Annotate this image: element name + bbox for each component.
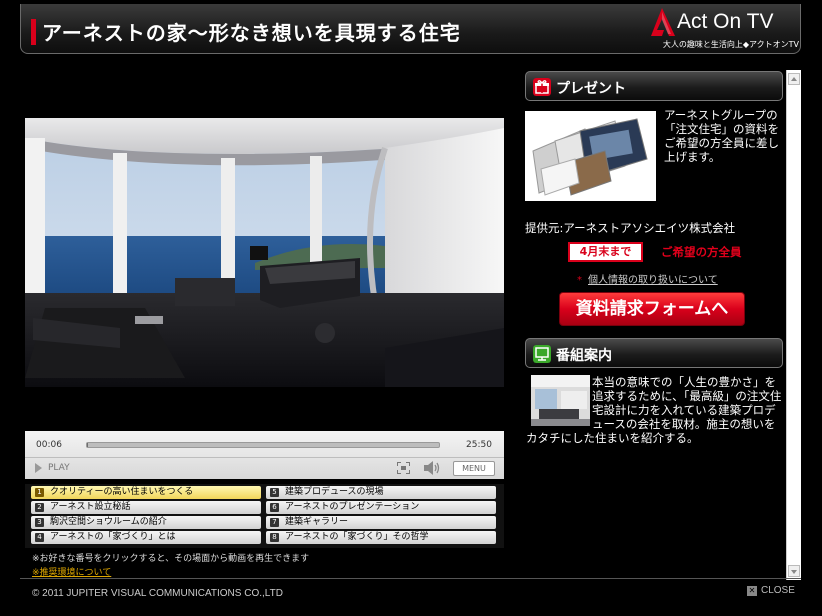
tv-icon [533,345,551,363]
chapter-label: クオリティーの高い住まいをつくる [50,487,194,497]
video-frame[interactable] [25,118,504,387]
volume-icon[interactable] [424,461,440,475]
footer-divider [20,578,801,579]
gift-icon [533,78,551,96]
brochure-image [525,111,656,201]
chapter-item[interactable]: 2 アーネスト設立秘話 [31,501,261,514]
program-section-header: 番組案内 [525,338,783,368]
program-heading: 番組案内 [556,348,612,364]
controls-divider [25,457,504,458]
current-time: 00:06 [36,440,62,450]
present-section-header: プレゼント [525,71,783,101]
deadline-badge: 4月末まで [568,242,643,262]
side-panel-scrollbar[interactable] [786,70,801,580]
header-bar: アーネストの家〜形なき想いを具現する住宅 Act On TV 大人の趣味と生活向… [20,4,801,54]
copyright: © 2011 JUPITER VISUAL COMMUNICATIONS CO.… [32,588,283,599]
page-title: アーネストの家〜形なき想いを具現する住宅 [42,21,461,45]
seek-bar-progress [87,443,89,447]
chapter-item[interactable]: 3 駒沢空間ショウルームの紹介 [31,516,261,529]
present-description: アーネストグループの「注文住宅」の資料をご希望の方全員に差し上げます。 [664,108,779,164]
duration: 25:50 [466,440,492,450]
eligibility-text: ご希望の方全員 [661,245,742,259]
chapter-label: 建築ギャラリー [285,517,349,527]
recommended-environment-link[interactable]: ※推奨環境について [32,565,111,578]
thumbnail-spacer [526,375,592,426]
chapter-label: 建築プロデュースの現場 [285,487,384,497]
chapter-label: アーネストのプレゼンテーション [285,502,420,512]
scroll-down-icon[interactable] [788,565,800,577]
chapter-note: ※お好きな番号をクリックすると、その場面から動画を再生できます [32,554,310,564]
act-on-tv-logo[interactable]: Act On TV 大人の趣味と生活向上◆アクトオンTV [649,8,799,50]
side-panel: プレゼント アーネストグループの「注文住宅」の資料をご希望の方全員に差し上げます… [522,70,786,580]
privacy-policy-link[interactable]: 個人情報の取り扱いについて [588,275,718,286]
chapter-item[interactable]: 7 建築ギャラリー [266,516,496,529]
act-on-tv-logo-icon [651,8,675,36]
video-still-living-room [25,118,504,387]
chapter-list: 1 クオリティーの高い住まいをつくる 2 アーネスト設立秘話 3 駒沢空間ショウルーム… [25,484,504,548]
chapter-item[interactable]: 8 アーネストの「家づくり」その哲学 [266,531,496,544]
chapter-label: アーネストの「家づくり」とは [50,532,176,542]
fullscreen-icon[interactable] [397,462,410,474]
play-button[interactable]: PLAY [35,463,70,473]
privacy-policy: * 個人情報の取り扱いについて [577,271,718,286]
close-label: CLOSE [761,585,795,596]
present-heading: プレゼント [556,81,626,97]
chapter-label: アーネストの「家づくり」その哲学 [285,532,429,542]
privacy-mark: * [577,275,582,286]
video-letterbox [25,387,504,431]
chapter-item[interactable]: 5 建築プロデュースの現場 [266,486,496,499]
program-description-wrap: 本当の意味での「人生の豊かさ」を追求するために、「最高級」の注文住宅設計に力を入… [526,375,782,445]
chapter-label: アーネスト設立秘話 [50,502,131,512]
play-icon [35,463,42,473]
chapter-label: 駒沢空間ショウルームの紹介 [50,517,167,527]
chapter-item[interactable]: 4 アーネストの「家づくり」とは [31,531,261,544]
play-label: PLAY [48,463,70,473]
player-controls: 00:06 25:50 PLAY MENU [25,431,504,479]
menu-button[interactable]: MENU [453,461,495,476]
close-button[interactable]: ✕ CLOSE [747,585,795,596]
logo-tagline: 大人の趣味と生活向上◆アクトオンTV [662,40,799,49]
title-accent-bar [31,19,36,45]
chapter-item[interactable]: 1 クオリティーの高い住まいをつくる [31,486,261,499]
provider: 提供元:アーネストアソシエイツ株式会社 [525,221,736,235]
request-form-button[interactable]: 資料請求フォームへ [559,292,745,326]
chapter-item[interactable]: 6 アーネストのプレゼンテーション [266,501,496,514]
close-icon: ✕ [747,585,757,596]
scroll-up-icon[interactable] [788,73,800,85]
logo-text: Act On TV [677,10,774,33]
seek-bar[interactable] [86,442,440,448]
